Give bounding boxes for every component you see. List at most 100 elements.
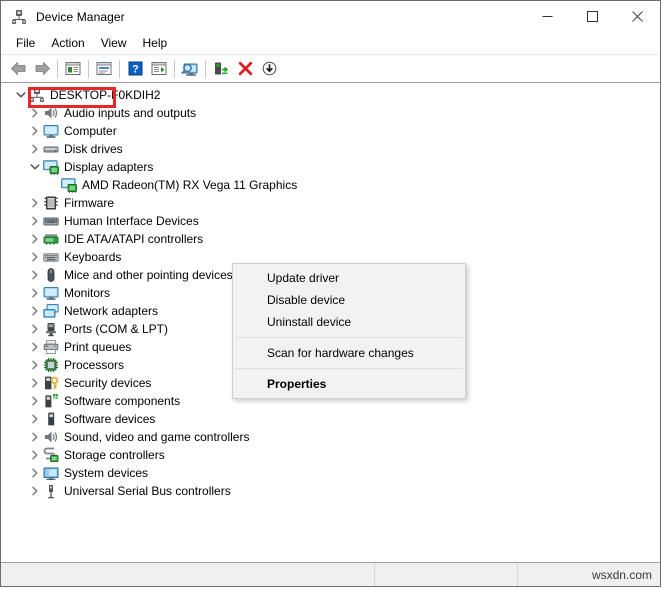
context-menu-item-disable-device[interactable]: Disable device — [233, 289, 465, 311]
twisty-collapsed-icon[interactable] — [27, 320, 43, 338]
tree-node-label: DESKTOP-F0KDIH2 — [50, 88, 161, 102]
twisty-collapsed-icon[interactable] — [27, 266, 43, 284]
tree-node-label: Computer — [64, 124, 117, 138]
speaker-icon — [43, 429, 59, 445]
tree-node-label: Audio inputs and outputs — [64, 106, 197, 120]
status-pane-secondary — [375, 563, 518, 586]
context-menu-item-label: Disable device — [267, 293, 346, 307]
tree-node[interactable]: Human Interface Devices — [13, 212, 660, 230]
tree-node-label: System devices — [64, 466, 149, 480]
device-manager-window: Device Manager File Action View Help ? D… — [0, 0, 661, 587]
twisty-collapsed-icon[interactable] — [27, 194, 43, 212]
twisty-none-icon — [45, 176, 61, 194]
menu-help[interactable]: Help — [135, 34, 176, 52]
context-menu-item-label: Scan for hardware changes — [267, 346, 414, 360]
tree-node[interactable]: Storage controllers — [13, 446, 660, 464]
twisty-collapsed-icon[interactable] — [27, 464, 43, 482]
security-device-icon — [43, 375, 59, 391]
tree-node-label: Firmware — [64, 196, 114, 210]
system-device-icon — [43, 465, 59, 481]
twisty-collapsed-icon[interactable] — [27, 392, 43, 410]
toolbar: ? — [1, 55, 660, 83]
tree-node-label: Human Interface Devices — [64, 214, 199, 228]
close-button[interactable] — [615, 1, 660, 32]
context-menu-item-scan-for-hardware-changes[interactable]: Scan for hardware changes — [233, 342, 465, 364]
properties-button[interactable] — [92, 58, 116, 80]
show-hide-console-tree-button[interactable] — [61, 58, 85, 80]
twisty-collapsed-icon[interactable] — [27, 230, 43, 248]
tree-node[interactable]: Universal Serial Bus controllers — [13, 482, 660, 500]
maximize-button[interactable] — [570, 1, 615, 32]
twisty-collapsed-icon[interactable] — [27, 356, 43, 374]
minimize-button[interactable] — [525, 1, 570, 32]
title-bar: Device Manager — [1, 1, 660, 32]
toolbar-separator-5 — [205, 59, 206, 78]
tree-node[interactable]: Firmware — [13, 194, 660, 212]
usb-icon — [43, 483, 59, 499]
software-device-icon — [43, 411, 59, 427]
tree-node[interactable]: Disk drives — [13, 140, 660, 158]
firmware-icon — [43, 195, 59, 211]
device-tree-pane[interactable]: DESKTOP-F0KDIH2 Audio inputs and outputs C… — [1, 83, 660, 563]
twisty-collapsed-icon[interactable] — [27, 248, 43, 266]
menu-file[interactable]: File — [8, 34, 43, 52]
menu-view[interactable]: View — [93, 34, 135, 52]
port-icon — [43, 321, 59, 337]
twisty-expanded-icon[interactable] — [13, 86, 29, 104]
twisty-collapsed-icon[interactable] — [27, 212, 43, 230]
context-menu[interactable]: Update driver Disable device Uninstall dev… — [232, 263, 466, 399]
context-menu-item-update-driver[interactable]: Update driver — [233, 267, 465, 289]
tree-node[interactable]: System devices — [13, 464, 660, 482]
tree-node[interactable]: Display adapters — [13, 158, 660, 176]
twisty-collapsed-icon[interactable] — [27, 374, 43, 392]
twisty-collapsed-icon[interactable] — [27, 410, 43, 428]
tree-node[interactable]: Computer — [13, 122, 660, 140]
tree-node[interactable]: Sound, video and game controllers — [13, 428, 660, 446]
status-bar: wsxdn.com — [1, 563, 660, 586]
status-pane-message — [1, 563, 375, 586]
tree-root-node[interactable]: DESKTOP-F0KDIH2 — [13, 86, 660, 104]
tree-node[interactable]: Audio inputs and outputs — [13, 104, 660, 122]
storage-controller-icon — [43, 447, 59, 463]
forward-button[interactable] — [30, 58, 54, 80]
menu-bar: File Action View Help — [1, 32, 660, 55]
site-watermark: wsxdn.com — [591, 567, 652, 582]
twisty-collapsed-icon[interactable] — [27, 338, 43, 356]
scan-for-hardware-changes-button[interactable] — [178, 58, 202, 80]
twisty-collapsed-icon[interactable] — [27, 302, 43, 320]
tree-node-selected[interactable]: AMD Radeon(TM) RX Vega 11 Graphics — [13, 176, 660, 194]
twisty-collapsed-icon[interactable] — [27, 122, 43, 140]
uninstall-device-button[interactable] — [233, 58, 257, 80]
tree-node[interactable]: IDE ATA/ATAPI controllers — [13, 230, 660, 248]
help-button[interactable]: ? — [123, 58, 147, 80]
disk-drive-icon — [43, 141, 59, 157]
tree-node-label: Universal Serial Bus controllers — [64, 484, 231, 498]
twisty-collapsed-icon[interactable] — [27, 428, 43, 446]
screenshot-root: Device Manager File Action View Help ? D… — [0, 0, 663, 589]
twisty-collapsed-icon[interactable] — [27, 284, 43, 302]
twisty-expanded-icon[interactable] — [27, 158, 43, 176]
tree-node-label: Software devices — [64, 412, 156, 426]
back-button[interactable] — [6, 58, 30, 80]
update-driver-button[interactable] — [209, 58, 233, 80]
toolbar-separator-3 — [119, 59, 120, 78]
hid-icon — [43, 213, 59, 229]
disable-device-button[interactable] — [257, 58, 281, 80]
tree-node-label: Software components — [64, 394, 181, 408]
context-menu-item-uninstall-device[interactable]: Uninstall device — [233, 311, 465, 333]
twisty-collapsed-icon[interactable] — [27, 446, 43, 464]
speaker-icon — [43, 105, 59, 121]
twisty-collapsed-icon[interactable] — [27, 140, 43, 158]
tree-node-label: Monitors — [64, 286, 111, 300]
toolbar-separator-4 — [174, 59, 175, 78]
context-menu-item-properties[interactable]: Properties — [233, 373, 465, 395]
device-manager-icon — [11, 9, 27, 25]
printer-icon — [43, 339, 59, 355]
tree-node-label: AMD Radeon(TM) RX Vega 11 Graphics — [82, 178, 298, 192]
twisty-collapsed-icon[interactable] — [27, 104, 43, 122]
menu-action[interactable]: Action — [43, 34, 92, 52]
action-menu-button[interactable] — [147, 58, 171, 80]
network-adapter-icon — [43, 303, 59, 319]
twisty-collapsed-icon[interactable] — [27, 482, 43, 500]
tree-node[interactable]: Software devices — [13, 410, 660, 428]
